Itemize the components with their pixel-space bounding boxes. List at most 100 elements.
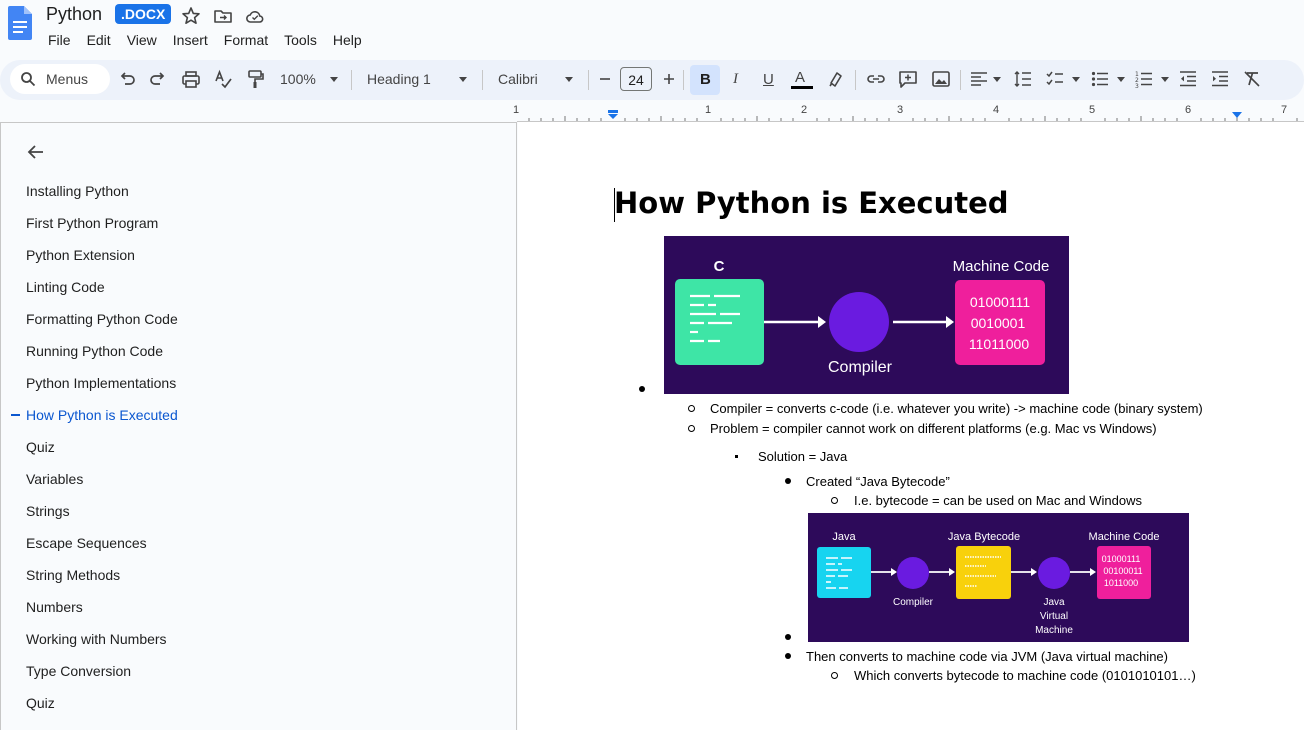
outline-item[interactable]: Type Conversion (26, 663, 131, 679)
outline-item[interactable]: Formatting Python Code (26, 311, 178, 327)
outline-item-active[interactable]: How Python is Executed (26, 407, 178, 423)
outline-item[interactable]: Numbers (26, 599, 83, 615)
ruler-number: 3 (897, 104, 904, 116)
svg-text:3: 3 (1135, 83, 1139, 90)
bulleted-list-caret-icon (1117, 77, 1125, 82)
doc-line-solution[interactable]: Solution = Java (758, 449, 847, 464)
document-outline-panel: Installing Python First Python Program P… (0, 122, 517, 730)
diagram2-jvm-label: Virtual (1040, 611, 1068, 622)
outline-item[interactable]: Python Extension (26, 247, 135, 263)
outline-item[interactable]: Quiz (26, 695, 55, 711)
add-comment-icon[interactable] (897, 68, 919, 90)
doc-line-compiler[interactable]: Compiler = converts c-code (i.e. whateve… (710, 401, 1203, 416)
ruler-number: 7 (1281, 104, 1288, 116)
doc-line-problem[interactable]: Problem = compiler cannot work on differ… (710, 421, 1157, 436)
highlight-color-icon[interactable] (825, 68, 847, 90)
diagram1-binary-line: 0010001 (971, 315, 1026, 331)
numbered-list-caret-icon (1161, 77, 1169, 82)
line-spacing-icon[interactable] (1012, 68, 1034, 90)
redo-icon[interactable] (147, 68, 169, 90)
style-select[interactable]: Heading 1 (367, 71, 431, 87)
checklist-caret-icon (1072, 77, 1080, 82)
insert-link-icon[interactable] (865, 68, 887, 90)
document-page[interactable]: How Python is Executed C Machine Code 01… (518, 122, 1304, 730)
toolbar-divider (960, 70, 961, 90)
bullet-dot (785, 653, 791, 659)
outline-item[interactable]: Strings (26, 503, 70, 519)
doc-line-then[interactable]: Then converts to machine code via JVM (J… (806, 649, 1168, 664)
outline-item[interactable]: Quiz (26, 439, 55, 455)
diagram1-left-label: C (714, 258, 725, 275)
bulleted-list-icon[interactable] (1089, 68, 1111, 90)
text-color-swatch (791, 86, 813, 89)
spellcheck-icon[interactable] (212, 68, 234, 90)
decrease-font-size-icon[interactable] (594, 68, 616, 90)
back-arrow-icon[interactable] (25, 141, 47, 163)
italic-button[interactable]: I (733, 71, 738, 88)
checklist-icon[interactable] (1044, 68, 1066, 90)
outline-item[interactable]: First Python Program (26, 215, 158, 231)
font-size-input[interactable]: 24 (620, 67, 652, 91)
underline-button[interactable]: U (763, 71, 774, 88)
toolbar-divider (683, 70, 684, 90)
bullet-dot (785, 634, 791, 640)
doc-line-created[interactable]: Created “Java Bytecode” (806, 474, 950, 489)
diagram1-binary-line: 11011000 (969, 336, 1029, 352)
star-icon[interactable] (181, 6, 201, 26)
outline-item[interactable]: Installing Python (26, 183, 129, 199)
toolbar-divider (855, 70, 856, 90)
outline-item[interactable]: Python Implementations (26, 375, 176, 391)
menu-edit[interactable]: Edit (79, 31, 119, 49)
bullet-circle (831, 672, 838, 679)
toolbar-divider (482, 70, 483, 90)
align-caret-icon (993, 77, 1001, 82)
horizontal-ruler[interactable]: 1 1 2 3 4 5 6 7 (513, 102, 1304, 122)
decrease-indent-icon[interactable] (1177, 68, 1199, 90)
outline-item[interactable]: String Methods (26, 567, 120, 583)
numbered-list-icon[interactable]: 1 2 3 (1133, 68, 1155, 90)
insert-image-icon[interactable] (930, 68, 952, 90)
heading-1[interactable]: How Python is Executed (614, 186, 1009, 220)
file-type-badge: .DOCX (115, 4, 172, 24)
docs-logo-icon[interactable] (8, 6, 32, 40)
ruler-number: 1 (705, 104, 712, 116)
document-title[interactable]: Python (46, 4, 102, 25)
menu-help[interactable]: Help (325, 31, 370, 49)
cloud-status-icon[interactable] (245, 6, 265, 26)
outline-item[interactable]: Variables (26, 471, 83, 487)
zoom-select[interactable]: 100% (280, 71, 316, 87)
menu-file[interactable]: File (40, 31, 79, 49)
doc-line-which[interactable]: Which converts bytecode to machine code … (854, 668, 1196, 683)
print-icon[interactable] (180, 68, 202, 90)
java-jvm-diagram-image[interactable]: Java Java Bytecode Machine Code 01000111… (808, 513, 1189, 642)
increase-indent-icon[interactable] (1209, 68, 1231, 90)
outline-item[interactable]: Working with Numbers (26, 631, 167, 647)
diagram1-compiler-label: Compiler (828, 359, 893, 376)
left-indent-marker-icon[interactable] (607, 109, 619, 121)
outline-item[interactable]: Escape Sequences (26, 535, 147, 551)
menu-format[interactable]: Format (216, 31, 276, 49)
diagram2-machine-label: Machine Code (1089, 531, 1160, 543)
ruler-number: 5 (1089, 104, 1096, 116)
clear-formatting-icon[interactable] (1241, 68, 1263, 90)
bold-icon: B (700, 71, 711, 88)
diagram1-right-label: Machine Code (953, 258, 1050, 275)
increase-font-size-icon[interactable] (658, 68, 680, 90)
paint-format-icon[interactable] (244, 68, 266, 90)
align-left-icon[interactable] (968, 68, 990, 90)
font-select[interactable]: Calibri (498, 71, 538, 87)
undo-icon[interactable] (116, 68, 138, 90)
move-to-folder-icon[interactable] (213, 6, 233, 26)
doc-line-ie[interactable]: I.e. bytecode = can be used on Mac and W… (854, 493, 1142, 508)
bullet-circle (688, 405, 695, 412)
menu-tools[interactable]: Tools (276, 31, 325, 49)
menu-insert[interactable]: Insert (165, 31, 216, 49)
outline-item[interactable]: Linting Code (26, 279, 105, 295)
menu-view[interactable]: View (119, 31, 165, 49)
active-outline-indicator (11, 414, 20, 416)
right-indent-marker-icon[interactable] (1231, 111, 1243, 121)
c-compiler-diagram-image[interactable]: C Machine Code 01000111 0010001 11011000… (664, 236, 1069, 394)
menus-search[interactable]: Menus (10, 64, 110, 94)
text-color-button[interactable]: A (795, 69, 805, 86)
outline-item[interactable]: Running Python Code (26, 343, 163, 359)
